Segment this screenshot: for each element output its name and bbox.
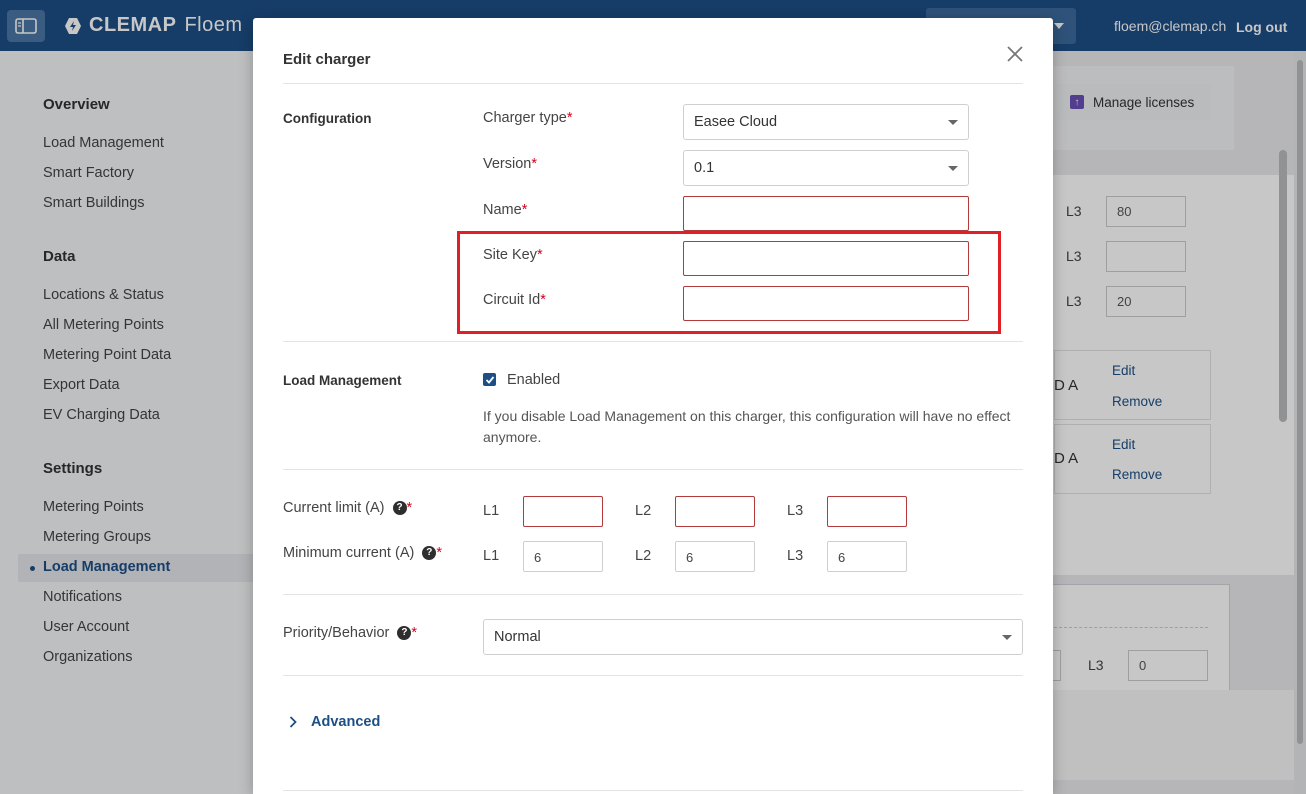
minimum-current-label: Minimum current (A) ? * [283,545,442,561]
load-management-group-label: Load Management [283,373,402,388]
help-icon[interactable]: ? [422,546,437,560]
required-marker: * [406,500,413,516]
chevron-down-icon [948,166,958,171]
required-marker: * [566,110,573,126]
enabled-label: Enabled [507,372,561,388]
phase-label-l3: L3 [787,503,804,519]
divider [283,594,1023,595]
load-management-help-text: If you disable Load Management on this c… [483,408,1011,445]
version-select[interactable]: 0.1 [683,150,969,186]
priority-value: Normal [494,629,541,645]
divider [283,341,1023,342]
phase-label-l1: L1 [483,503,500,519]
close-icon[interactable] [1005,44,1025,64]
help-icon[interactable]: ? [397,626,412,640]
phase-label-l2: L2 [635,548,652,564]
charger-type-label: Charger type* [483,110,573,126]
priority-select[interactable]: Normal [483,619,1023,655]
version-value: 0.1 [694,160,715,176]
chevron-right-icon [289,716,297,728]
charger-type-value: Easee Cloud [694,114,778,130]
dialog-title: Edit charger [283,51,371,68]
advanced-toggle[interactable]: Advanced [289,714,380,730]
divider [283,675,1023,676]
priority-label: Priority/Behavior ? * [283,625,418,641]
minimum-current-l2-input[interactable]: 6 [675,541,755,572]
enabled-checkbox[interactable] [483,373,496,386]
phase-label-l3: L3 [787,548,804,564]
current-limit-label: Current limit (A) ? * [283,500,413,516]
name-label: Name* [483,202,528,218]
required-marker: * [436,545,442,561]
annotation-highlight-box [457,231,1001,334]
phase-label-l2: L2 [635,503,652,519]
divider [283,83,1023,84]
current-limit-l1-input[interactable] [523,496,603,527]
minimum-current-l3-input[interactable]: 6 [827,541,907,572]
divider [283,469,1023,470]
divider [283,790,1023,791]
current-limit-l2-input[interactable] [675,496,755,527]
edit-charger-dialog: Edit charger Configuration Charger type*… [253,18,1053,794]
name-input[interactable] [683,196,969,231]
chevron-down-icon [948,120,958,125]
minimum-current-l1-input[interactable]: 6 [523,541,603,572]
required-marker: * [531,156,538,172]
advanced-label: Advanced [311,714,381,730]
charger-type-select[interactable]: Easee Cloud [683,104,969,140]
chevron-down-icon [1002,635,1012,640]
configuration-group-label: Configuration [283,111,372,126]
required-marker: * [521,202,528,218]
help-icon[interactable]: ? [392,501,407,515]
checkmark-icon [485,375,494,384]
phase-label-l1: L1 [483,548,500,564]
current-limit-l3-input[interactable] [827,496,907,527]
required-marker: * [411,625,418,641]
version-label: Version* [483,156,538,172]
